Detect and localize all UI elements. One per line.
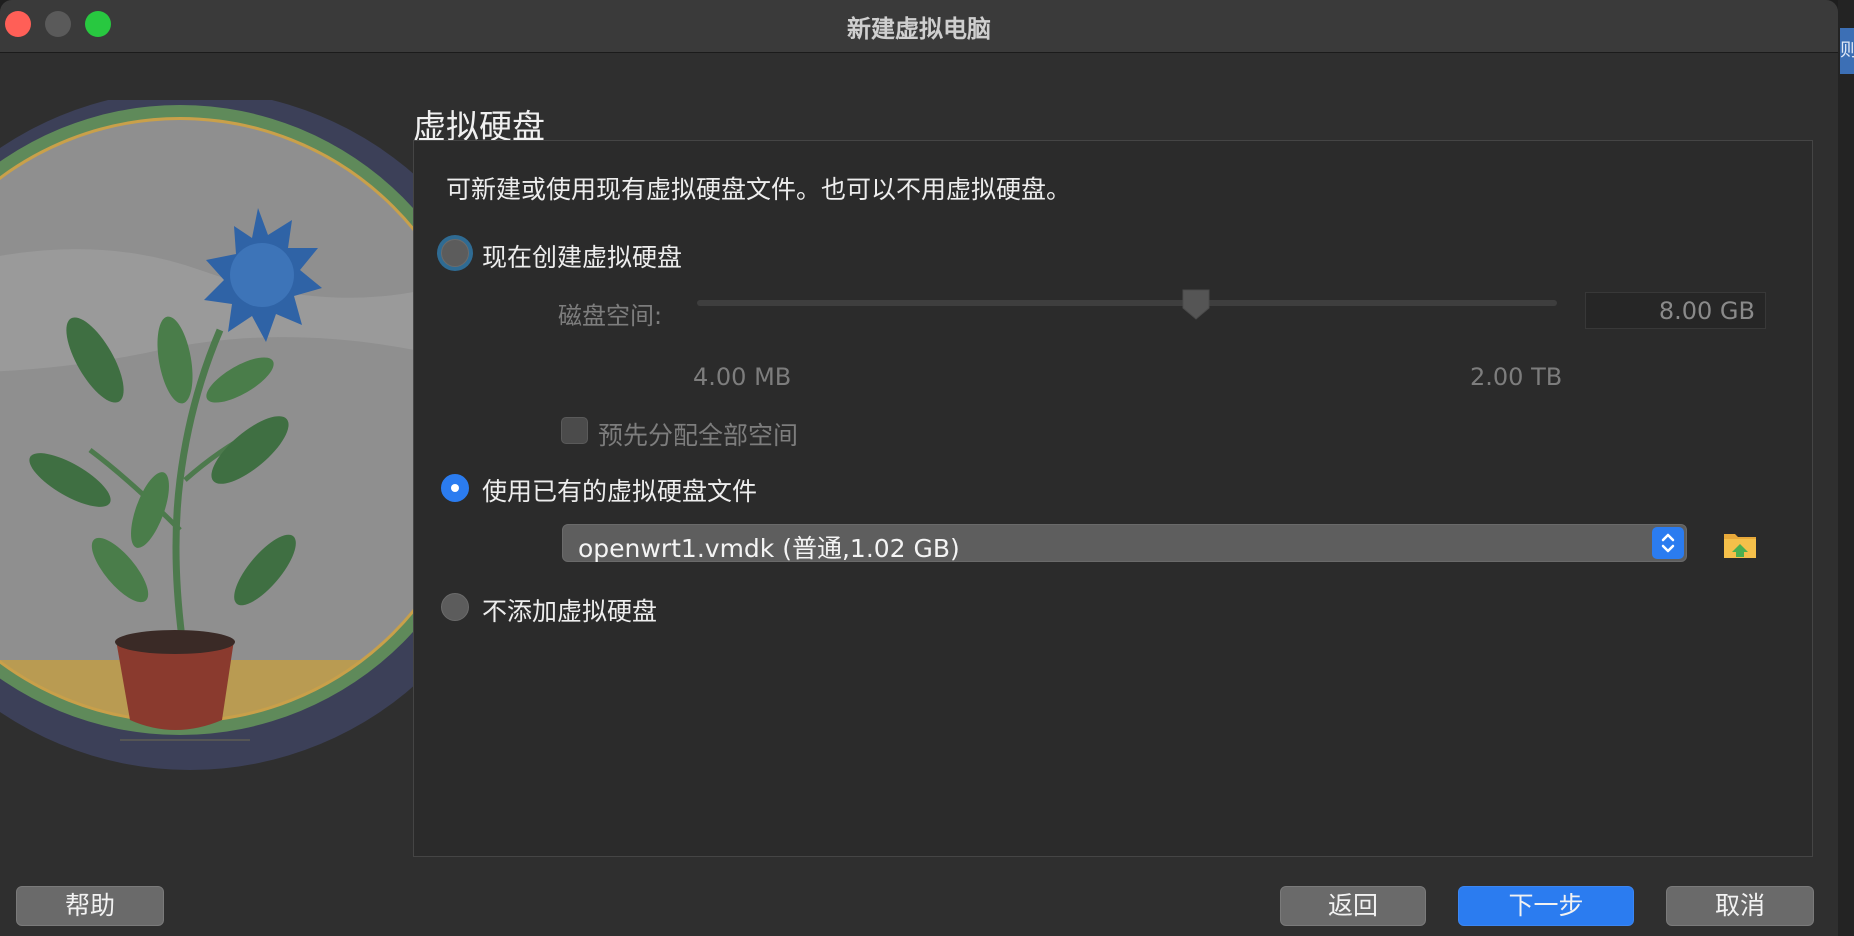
disk-size-label: 磁盘空间: (558, 302, 663, 330)
window-title: 新建虚拟电脑 (847, 15, 991, 43)
existing-disk-select[interactable]: openwrt1.vmdk (普通,1.02 GB) (562, 524, 1687, 563)
new-vm-wizard-window: 新建虚拟电脑 虚拟硬盘 可新建或使用现有虚拟硬盘文件。也可以不用虚拟硬盘。 现在… (0, 0, 1838, 936)
slider-max-label: 2.00 TB (1470, 363, 1563, 391)
folder-open-icon[interactable] (1722, 526, 1758, 562)
title-bar: 新建虚拟电脑 (0, 0, 1838, 53)
chevron-updown-icon (1652, 527, 1684, 559)
help-button[interactable]: 帮助 (16, 886, 164, 926)
page-description: 可新建或使用现有虚拟硬盘文件。也可以不用虚拟硬盘。 (446, 175, 1072, 204)
use-existing-label[interactable]: 使用已有的虚拟硬盘文件 (482, 472, 757, 508)
disk-size-value[interactable]: 8.00 GB (1585, 292, 1766, 329)
disk-size-slider[interactable] (697, 300, 1557, 306)
cancel-button[interactable]: 取消 (1666, 886, 1814, 926)
next-button[interactable]: 下一步 (1458, 886, 1634, 926)
create-disk-label[interactable]: 现在创建虚拟硬盘 (482, 238, 682, 274)
slider-thumb[interactable] (1181, 288, 1211, 320)
no-disk-label[interactable]: 不添加虚拟硬盘 (482, 592, 657, 628)
back-button[interactable]: 返回 (1280, 886, 1426, 926)
background-window-tab[interactable]: 则 (1840, 28, 1854, 74)
preallocate-checkbox[interactable] (561, 417, 588, 444)
slider-min-label: 4.00 MB (693, 363, 792, 391)
preallocate-label[interactable]: 预先分配全部空间 (598, 416, 798, 452)
use-existing-radio[interactable] (441, 474, 469, 502)
create-disk-radio[interactable] (441, 239, 469, 267)
no-disk-radio[interactable] (441, 593, 469, 621)
background-window-edge (1838, 0, 1854, 936)
existing-disk-value: openwrt1.vmdk (普通,1.02 GB) (578, 534, 960, 563)
